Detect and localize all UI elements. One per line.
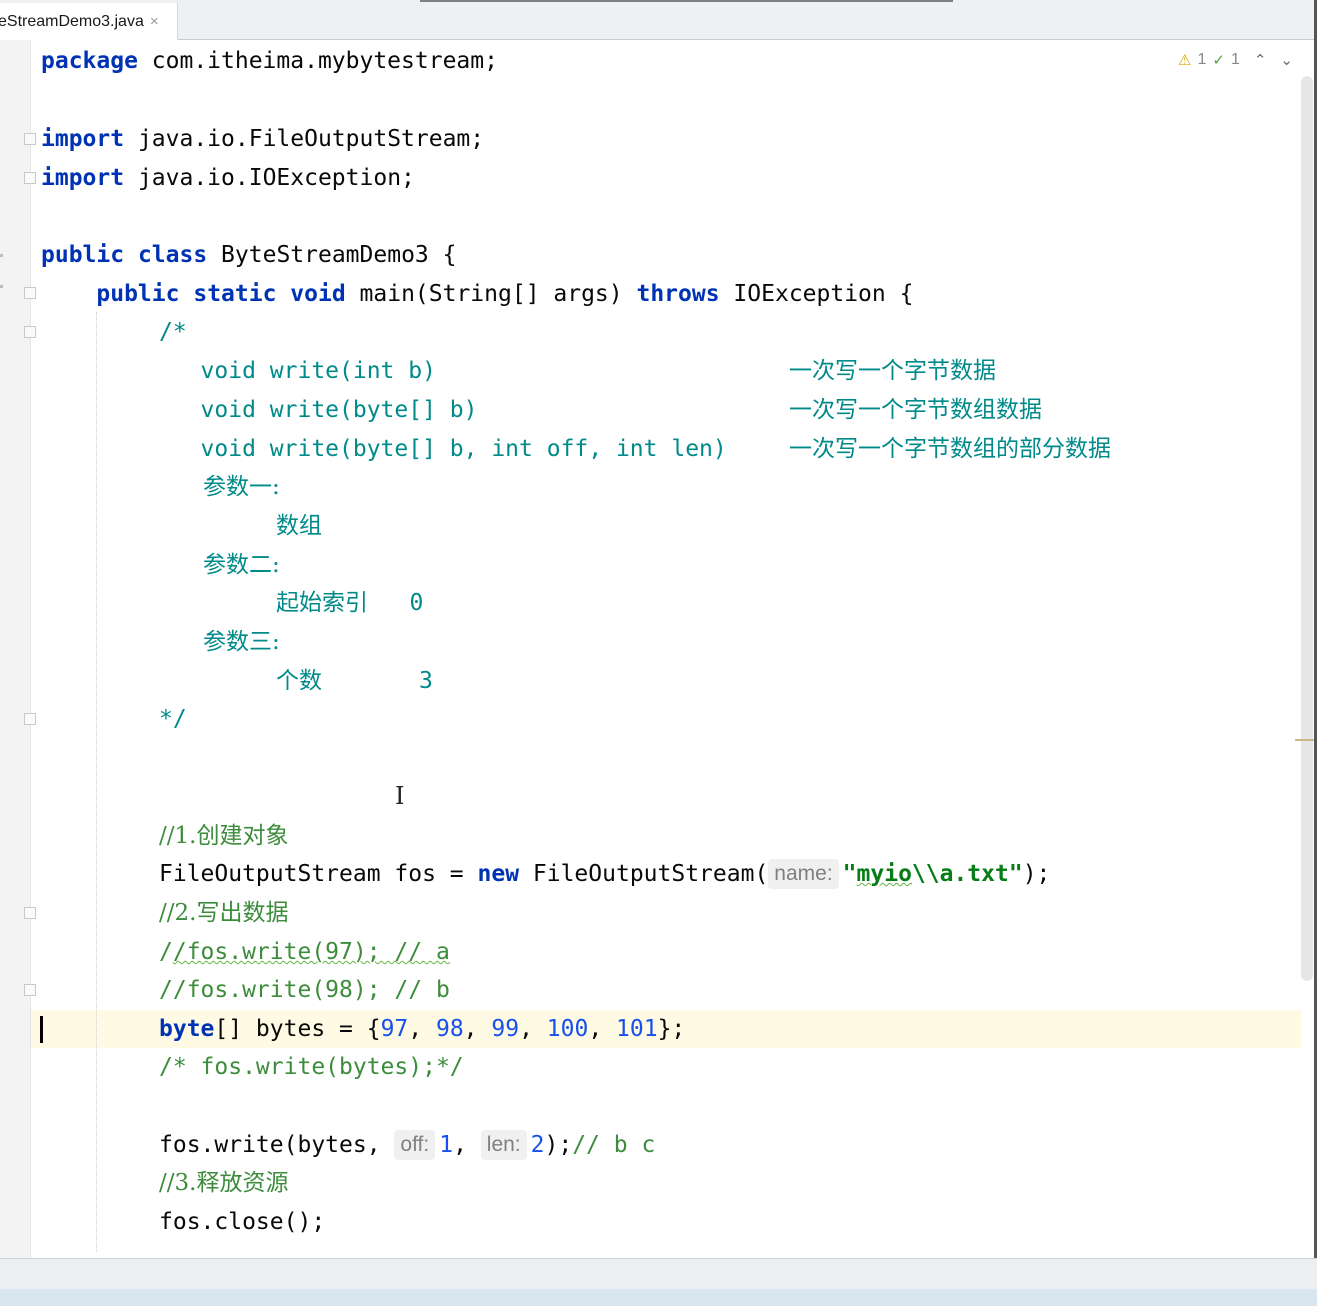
- indent-guide: [96, 312, 97, 1252]
- code-line-4: import java.io.IOException;: [41, 165, 415, 191]
- code-line-18: */: [159, 706, 187, 732]
- code-line-21: //1.创建对象: [159, 823, 289, 849]
- scrollbar-marker: [1295, 739, 1315, 741]
- code-line-25: //fos.write(98); // b: [159, 977, 450, 1003]
- code-line-6: public class ByteStreamDemo3 {: [41, 242, 457, 268]
- code-line-9: void write(int b): [159, 358, 700, 384]
- code-line-10: void write(byte[] b): [159, 397, 700, 423]
- code-line-15: 起始索引 0: [276, 590, 424, 616]
- code-line-1: package com.itheima.mybytestream;: [41, 48, 498, 74]
- code-line-3: import java.io.FileOutputStream;: [41, 126, 485, 152]
- param-hint-len: len:: [480, 1130, 527, 1160]
- param-hint-off: off:: [394, 1130, 436, 1160]
- bottom-strip: [0, 1289, 1317, 1306]
- text-caret: [40, 1016, 43, 1043]
- code-line-9-note: 一次写一个字节数据: [789, 358, 996, 384]
- code-line-31: fos.close();: [159, 1209, 326, 1235]
- mouse-ibeam-cursor-icon: I: [395, 782, 405, 810]
- tab-close-icon[interactable]: ×: [150, 13, 159, 30]
- code-line-26: byte[] bytes = {97, 98, 99, 100, 101};: [159, 1016, 686, 1042]
- tab-strip-indicator: [420, 0, 953, 2]
- code-line-24: //fos.write(97); // a: [159, 939, 450, 965]
- tab-bytestreamdemo3[interactable]: eStreamDemo3.java ×: [0, 3, 178, 40]
- code-line-8: /*: [159, 319, 187, 345]
- code-line-23: //2.写出数据: [159, 900, 289, 926]
- editor-tab-strip: eStreamDemo3.java ×: [0, 0, 1317, 40]
- gutter-tick: [0, 285, 3, 288]
- code-line-11: void write(byte[] b, int off, int len): [159, 436, 755, 462]
- code-line-22: FileOutputStream fos = new FileOutputStr…: [159, 859, 1051, 889]
- vertical-scrollbar[interactable]: [1301, 76, 1313, 981]
- code-line-7: public static void main(String[] args) t…: [96, 281, 914, 307]
- editor-gutter[interactable]: [0, 40, 36, 1258]
- tab-label: eStreamDemo3.java: [0, 12, 144, 30]
- code-editor[interactable]: package com.itheima.mybytestream; import…: [31, 40, 1301, 1258]
- code-line-27: /* fos.write(bytes);*/: [159, 1054, 464, 1080]
- param-hint-name: name:: [768, 859, 839, 889]
- code-line-13: 数组: [276, 513, 322, 539]
- code-line-10-note: 一次写一个字节数组数据: [789, 397, 1042, 423]
- code-line-16: 参数三:: [203, 629, 280, 655]
- gutter-tick: [0, 254, 3, 257]
- code-line-29: fos.write(bytes, off: 1, len: 2);// b c: [159, 1130, 656, 1160]
- code-line-12: 参数一:: [203, 474, 280, 500]
- code-line-30: //3.释放资源: [159, 1170, 289, 1196]
- code-line-14: 参数二:: [203, 552, 280, 578]
- code-line-17: 个数 3: [276, 668, 433, 694]
- code-line-11-note: 一次写一个字节数组的部分数据: [789, 436, 1111, 462]
